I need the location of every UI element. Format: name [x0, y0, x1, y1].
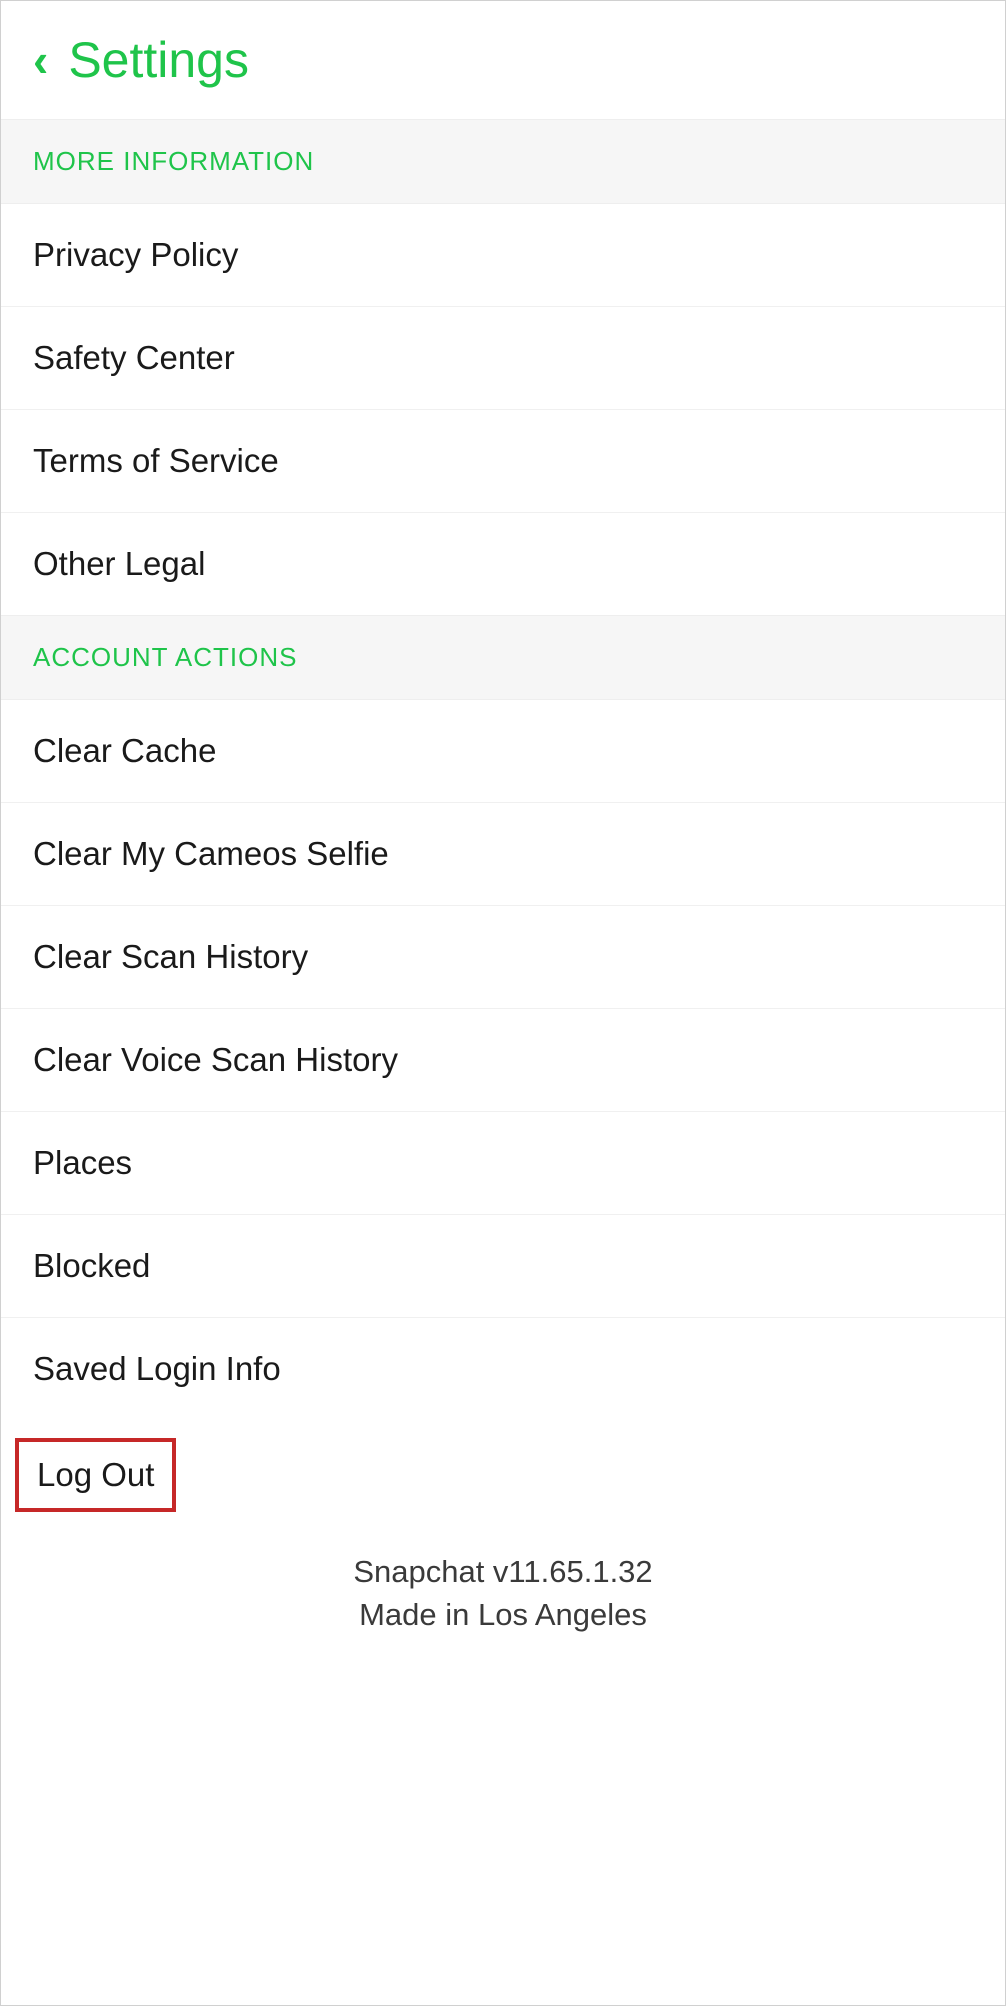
item-clear-scan-history[interactable]: Clear Scan History: [1, 906, 1005, 1009]
item-clear-my-cameos-selfie[interactable]: Clear My Cameos Selfie: [1, 803, 1005, 906]
item-terms-of-service[interactable]: Terms of Service: [1, 410, 1005, 513]
item-blocked[interactable]: Blocked: [1, 1215, 1005, 1318]
header-bar: ‹ Settings: [1, 1, 1005, 119]
page-title: Settings: [68, 31, 249, 89]
item-safety-center[interactable]: Safety Center: [1, 307, 1005, 410]
account-actions-list: Clear Cache Clear My Cameos Selfie Clear…: [1, 700, 1005, 1530]
footer-tagline: Made in Los Angeles: [1, 1593, 1005, 1636]
item-privacy-policy[interactable]: Privacy Policy: [1, 204, 1005, 307]
footer-version: Snapchat v11.65.1.32: [1, 1550, 1005, 1593]
item-places[interactable]: Places: [1, 1112, 1005, 1215]
logout-row: Log Out: [1, 1420, 1005, 1530]
section-header-account-actions: ACCOUNT ACTIONS: [1, 615, 1005, 700]
footer: Snapchat v11.65.1.32 Made in Los Angeles: [1, 1530, 1005, 1677]
item-clear-voice-scan-history[interactable]: Clear Voice Scan History: [1, 1009, 1005, 1112]
section-header-more-information: MORE INFORMATION: [1, 119, 1005, 204]
item-other-legal[interactable]: Other Legal: [1, 513, 1005, 615]
item-log-out[interactable]: Log Out: [15, 1438, 176, 1512]
more-information-list: Privacy Policy Safety Center Terms of Se…: [1, 204, 1005, 615]
item-clear-cache[interactable]: Clear Cache: [1, 700, 1005, 803]
item-saved-login-info[interactable]: Saved Login Info: [1, 1318, 1005, 1420]
back-chevron-icon[interactable]: ‹: [33, 37, 48, 83]
